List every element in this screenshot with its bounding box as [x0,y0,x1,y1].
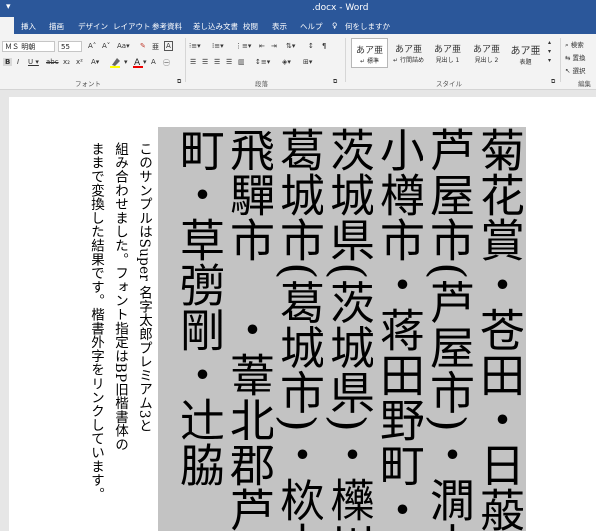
decrease-indent-icon[interactable]: ⇤ [259,42,265,50]
select-button[interactable]: ↖ 選択 [565,65,586,75]
text-direction-icon[interactable]: ↕ [308,42,314,50]
tell-me-search[interactable]: 何をしますか [345,21,390,32]
text-column[interactable]: 町・草彅剛・辻脇 [173,127,223,531]
styles-scroll-icon[interactable]: ▴ ▾ ▾ [548,38,551,65]
tab-draw[interactable]: 描画 [49,21,64,32]
borders-icon[interactable]: ⊞▾ [303,58,312,66]
lightbulb-icon: ♀ [332,21,338,30]
align-right-icon[interactable]: ☰ [214,58,220,66]
increase-indent-icon[interactable]: ⇥ [271,42,277,50]
strikethrough-button[interactable]: abc [46,58,59,66]
bullets-icon[interactable]: ⁝≡▾ [189,42,201,50]
multilevel-list-icon[interactable]: ⋮≡▾ [235,42,251,50]
enclose-chars-icon[interactable]: ㊀ [163,58,170,68]
ribbon-tabs: 挿入 描画 デザイン レイアウト 参考資料 差し込み文書 校閲 表示 ヘルプ ♀… [0,17,596,34]
show-marks-icon[interactable]: ¶ [322,42,326,50]
bold-button[interactable]: B [3,58,13,66]
grow-font-icon[interactable]: A˄ [88,42,96,50]
style-sample: あア亜 [355,46,383,56]
tab-mailings[interactable]: 差し込み文書 [193,21,238,32]
document-page[interactable]: 菊花賞・苍田・日蒰 芦屋市(芦屋市)・㵎山 小樽市・蒋田野町・絆 茨城県(茨城県… [9,97,596,531]
text-column[interactable]: 茨城県(茨城県)・㰛川 [323,127,373,531]
text-column[interactable]: 葛城市(葛城市)・栨木 [273,127,323,531]
align-left-icon[interactable]: ☰ [190,58,196,66]
text-column[interactable]: 芦屋市(芦屋市)・㵎山 [423,127,473,531]
shrink-font-icon[interactable]: A˅ [102,42,110,50]
replace-button[interactable]: ⇆ 置換 [565,52,586,62]
style-name: ↵ 標準 [360,58,379,65]
select-icon: ↖ [565,67,571,75]
style-heading-1[interactable]: あア亜 見出し 1 [429,38,466,68]
tab-insert[interactable]: 挿入 [21,21,36,32]
style-heading-2[interactable]: あア亜 見出し 2 [468,38,505,68]
style-title[interactable]: あア亜 表題 [507,38,544,68]
paragraph-dialog-launcher-icon[interactable]: ⧉ [333,78,337,86]
font-name-combo[interactable]: ＭＳ 明朝 [2,41,55,52]
tab-help[interactable]: ヘルプ [300,21,323,32]
underline-button[interactable]: U ▾ [28,58,39,66]
style-sample: あア亜 [394,45,422,55]
window-title: .docx - Word [312,3,369,13]
style-normal[interactable]: あア亜 ↵ 標準 [351,38,388,68]
change-case-icon[interactable]: Aa▾ [117,42,130,50]
phonetic-guide-icon[interactable]: 亜 [152,42,159,52]
text-effects-icon[interactable]: A▾ [91,58,99,66]
char-shading-icon[interactable]: A [151,58,156,66]
style-name: ↵ 行間詰め [393,57,424,64]
highlight-color-icon[interactable]: ▾ [110,56,128,68]
styles-dialog-launcher-icon[interactable]: ⧉ [551,78,555,86]
group-divider [560,38,561,82]
search-icon: ⌕ [565,41,569,49]
paragraph-group-label: 段落 [255,80,268,88]
sort-icon[interactable]: ⇅▾ [286,42,295,50]
replace-icon: ⇆ [565,54,571,62]
quick-access-dropdown[interactable]: ▾ [6,2,11,12]
clear-format-icon[interactable]: ✎ [140,42,146,50]
align-center-icon[interactable]: ☰ [202,58,208,66]
title-bar: ▾ .docx - Word [0,0,596,17]
style-no-spacing[interactable]: あア亜 ↵ 行間詰め [390,38,427,68]
font-color-icon[interactable]: A ▾ [133,56,147,68]
style-sample: あア亜 [510,46,541,57]
styles-group-label: スタイル [436,80,462,88]
subscript-button[interactable]: x₂ [63,58,70,66]
font-dialog-launcher-icon[interactable]: ⧉ [177,78,181,86]
line-spacing-icon[interactable]: ↕≡▾ [255,58,270,66]
text-column[interactable]: 菊花賞・苍田・日蒰 [473,127,523,531]
font-size-combo[interactable]: 55 [58,41,82,52]
style-sample: あア亜 [472,45,500,55]
justify-icon[interactable]: ☰ [226,58,232,66]
group-divider [185,38,186,82]
tab-review[interactable]: 校閲 [243,21,258,32]
italic-button[interactable]: I [17,58,19,66]
distributed-icon[interactable]: ▥ [238,58,245,66]
font-group-label: フォント [75,80,101,88]
tab-view[interactable]: 表示 [272,21,287,32]
document-area: 菊花賞・苍田・日蒰 芦屋市(芦屋市)・㵎山 小樽市・蒋田野町・絆 茨城県(茨城県… [0,90,596,531]
tab-design[interactable]: デザイン [78,21,108,32]
ribbon: ＭＳ 明朝 55 A˄ A˅ Aa▾ ✎ 亜 A B I U ▾ abc x₂ … [0,34,596,90]
shading-icon[interactable]: ◈▾ [282,58,291,66]
find-button[interactable]: ⌕ 検索 [565,39,584,50]
style-name: 見出し 1 [435,57,460,64]
text-column[interactable]: 小樽市・蒋田野町・絆 [373,127,423,531]
tab-home[interactable] [0,17,14,34]
note-column[interactable]: このサンプルはSuper 名字太郎プレミアム3と [134,142,154,522]
tab-layout[interactable]: レイアウト [113,21,151,32]
style-name: 見出し 2 [474,57,499,64]
char-border-icon[interactable]: A [164,41,173,51]
style-sample: あア亜 [433,45,461,55]
group-divider [345,38,346,82]
style-name: 表題 [519,59,532,66]
tab-references[interactable]: 参考資料 [152,21,182,32]
editing-group-label: 編集 [578,80,591,88]
note-column[interactable]: 組み合わせました。フォント指定はBP旧楷書体の [110,142,130,522]
text-column[interactable]: 飛驒市 ・葦北郡芦北 [223,127,273,531]
superscript-button[interactable]: x² [76,58,83,66]
numbering-icon[interactable]: ⁞≡▾ [212,42,224,50]
note-column[interactable]: ままで変換した結果です。楷書外字をリンクしています。 [86,142,106,522]
